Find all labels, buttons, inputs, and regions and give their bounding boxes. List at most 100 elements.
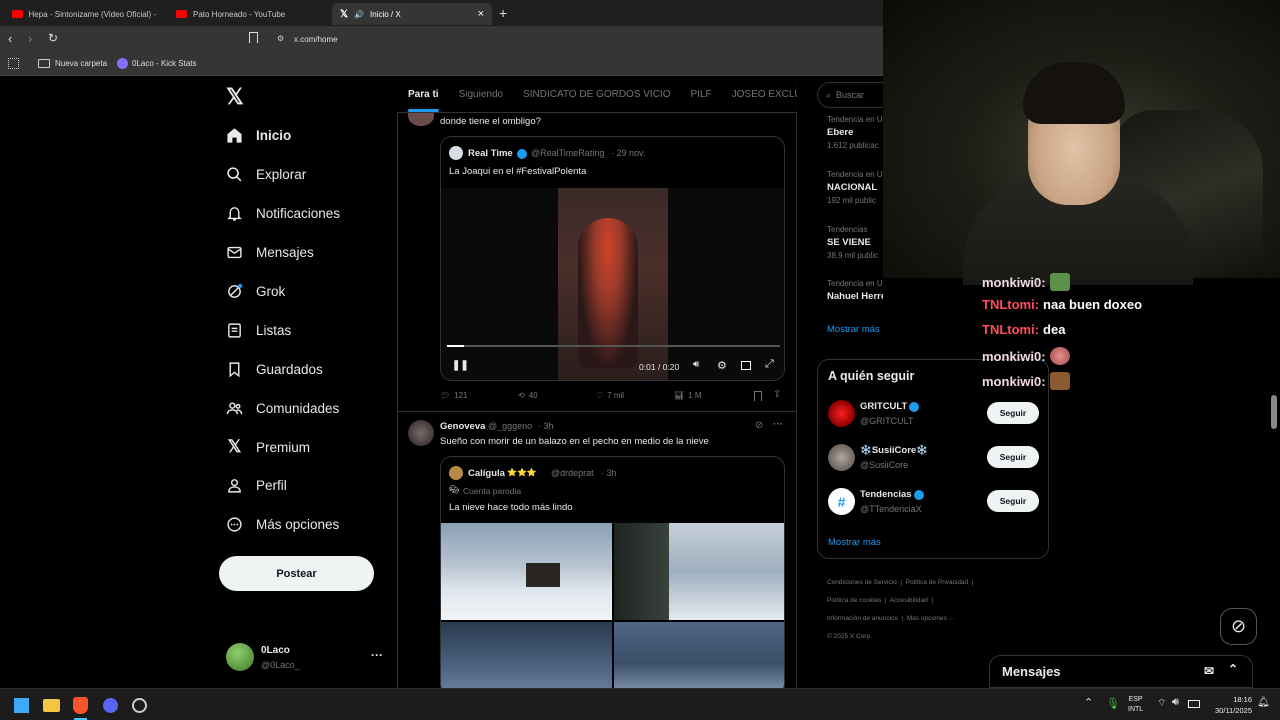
trend-item[interactable]: Tendencia en U Ebere 1.612 publicac [827, 115, 883, 150]
footer-link[interactable]: Política de Privacidad [906, 579, 969, 586]
footer-link[interactable]: Política de cookies [827, 597, 881, 604]
trend-item[interactable]: Tendencias SE VIENE 38,9 mil public [827, 225, 878, 260]
follow-suggestion[interactable]: # Tendencias @TTendenciaX Seguir [818, 484, 1048, 524]
tab-sindicato[interactable]: SINDICATO DE GORDOS VICIO [523, 89, 670, 100]
quoted-post-caligula[interactable]: Calígula ⭐⭐⭐ @drdeprat · 3h 🎭︎ Cuenta pa… [440, 456, 785, 696]
footer-link[interactable]: Condiciones de Servicio [827, 579, 897, 586]
collapse-icon[interactable]: ⌃ [1228, 662, 1238, 676]
sidebar-item-perfil[interactable]: Perfil [226, 472, 287, 498]
more-icon[interactable]: ··· [773, 419, 783, 430]
close-tab-icon[interactable]: × [478, 8, 484, 20]
speaker-icon[interactable]: 🔊 [354, 10, 364, 19]
new-message-icon[interactable]: ✉ [1204, 664, 1214, 678]
views-button[interactable]: 📊︎ 1 M [674, 391, 702, 400]
grok-icon[interactable]: ⊘ [755, 420, 763, 431]
follow-suggestion[interactable]: GRITCULT @GRITCULT Seguir [818, 396, 1048, 436]
reply-button[interactable]: 💬︎ 121 [440, 391, 468, 400]
volume-icon[interactable]: 🔊︎ [693, 359, 699, 370]
obs-icon[interactable] [132, 698, 147, 713]
follow-button[interactable]: Seguir [987, 490, 1039, 512]
post-button[interactable]: Postear [219, 556, 374, 591]
sidebar-item-guardados[interactable]: Guardados [226, 356, 323, 382]
page-scrollbar[interactable] [1271, 395, 1277, 429]
discord-icon[interactable] [103, 698, 118, 713]
avatar[interactable] [408, 420, 434, 446]
parody-label: Cuenta parodia [463, 486, 522, 496]
address-bar[interactable]: ⚙ x.com/home [268, 30, 883, 49]
tab-joseo[interactable]: JOSEO EXCLUSIV [732, 89, 797, 100]
reload-icon[interactable]: ↻ [48, 31, 58, 45]
tab-siguiendo[interactable]: Siguiendo [459, 89, 503, 100]
wifi-icon[interactable]: ⌔ [1157, 697, 1166, 710]
sidebar-item-comunidades[interactable]: Comunidades [226, 395, 339, 421]
x-logo-icon[interactable]: 𝕏 [226, 84, 244, 110]
tab-para-ti[interactable]: Para ti [408, 89, 439, 112]
trend-item[interactable]: Tendencia en Uruguay Nahuel Herrera [827, 279, 883, 302]
back-icon[interactable]: ‹ [8, 31, 12, 46]
sidebar-item-inicio[interactable]: Inicio [226, 122, 291, 148]
footer-link[interactable]: Accesibilidad [890, 597, 928, 604]
follow-button[interactable]: Seguir [987, 402, 1039, 424]
browser-tab-1[interactable]: Hepa - Sintonizame (Video Oficial) - [4, 3, 164, 25]
bookmark-page-icon[interactable] [249, 32, 258, 43]
pip-icon[interactable] [741, 361, 751, 370]
new-tab-icon[interactable]: + [499, 5, 507, 21]
show-more-follow-link[interactable]: Mostrar más [828, 537, 881, 548]
fullscreen-icon[interactable]: ⤢ [765, 358, 774, 371]
bookmark-nueva-carpeta[interactable]: Nueva carpeta [38, 59, 107, 68]
like-button[interactable]: ♡ 7 mil [596, 391, 624, 400]
account-switcher[interactable]: 0Laco @0Laco_ ··· [226, 643, 386, 673]
follow-suggestion[interactable]: ❄️SusiiCore❄️ @SusiiCore Seguir [818, 440, 1048, 480]
kick-stats-icon [117, 58, 129, 69]
photo-snow-lake[interactable] [614, 622, 784, 695]
sidebar-item-mensajes[interactable]: Mensajes [226, 239, 314, 265]
apps-grid-icon[interactable] [8, 58, 19, 69]
settings-icon[interactable]: ⚙ [717, 359, 727, 372]
tray-chevron-icon[interactable]: ⌃ [1084, 696, 1093, 709]
follow-button[interactable]: Seguir [987, 446, 1039, 468]
quoted-post-real-time[interactable]: Real Time @RealTimeRating · 29 nov. La J… [440, 136, 785, 381]
photo-snow-cabin[interactable] [441, 523, 612, 620]
microphone-icon[interactable]: 🎙︎ [1106, 697, 1120, 710]
language-indicator[interactable]: ESP INTL [1128, 695, 1143, 715]
file-explorer-icon[interactable] [43, 699, 60, 712]
browser-tab-3[interactable]: 𝕏 🔊 Inicio / X × [332, 3, 492, 25]
post-2-author-name[interactable]: Genoveva [440, 421, 485, 432]
trends-panel: Tendencia en U Ebere 1.612 publicac Tend… [817, 77, 883, 347]
video-player[interactable]: ❚❚ 0:01 / 0:20 🔊︎ ⚙ ⤢ [441, 188, 784, 380]
show-more-trends-link[interactable]: Mostrar más [827, 324, 880, 335]
tab-pilf[interactable]: PILF [691, 89, 712, 100]
brave-browser-icon[interactable] [73, 697, 88, 714]
sidebar-item-explorar[interactable]: Explorar [226, 161, 306, 187]
sidebar-item-notificaciones[interactable]: Notificaciones [226, 200, 340, 226]
battery-icon[interactable] [1188, 700, 1200, 708]
emote-icon [1049, 347, 1070, 365]
footer-link[interactable]: Información de anuncios [827, 615, 898, 622]
sidebar-item-premium[interactable]: 𝕏 Premium [226, 434, 310, 460]
photo-snow-night[interactable] [441, 622, 612, 695]
share-icon[interactable]: ⇪ [773, 389, 781, 400]
language-top: ESP [1128, 696, 1143, 703]
site-info-icon[interactable]: ⚙ [277, 34, 284, 43]
repost-button[interactable]: ⟲ 40 [518, 391, 538, 400]
avatar [449, 146, 463, 160]
video-progress-track[interactable] [447, 345, 780, 347]
windows-start-icon[interactable] [14, 698, 29, 713]
sidebar-item-mas-opciones[interactable]: Más opciones [226, 511, 339, 537]
bookmark-kick-stats[interactable]: 0Laco - Kick Stats [117, 58, 197, 69]
more-icon[interactable]: ··· [371, 648, 383, 662]
pause-icon[interactable]: ❚❚ [452, 360, 469, 371]
bookmark-icon[interactable] [754, 391, 762, 401]
volume-icon[interactable]: 🔊︎ [1172, 696, 1179, 709]
trend-item[interactable]: Tendencia en U NACIONAL 192 mil public [827, 170, 883, 205]
grok-fab-icon[interactable]: ⊘ [1220, 608, 1257, 645]
forward-icon[interactable]: › [28, 31, 32, 46]
photo-snow-forest[interactable] [614, 523, 784, 620]
footer-link[interactable]: Más opciones ··· [907, 615, 955, 622]
sidebar-item-grok[interactable]: Grok [226, 278, 285, 304]
browser-tab-2[interactable]: Pato Horneado - YouTube [168, 3, 328, 25]
messages-dock[interactable]: Mensajes ✉ ⌃ [989, 655, 1253, 688]
sidebar-item-listas[interactable]: Listas [226, 317, 291, 343]
clock[interactable]: 18:16 30/11/2025 [1206, 694, 1252, 716]
notification-bell-icon[interactable]: 🔔︎ [1257, 697, 1270, 708]
